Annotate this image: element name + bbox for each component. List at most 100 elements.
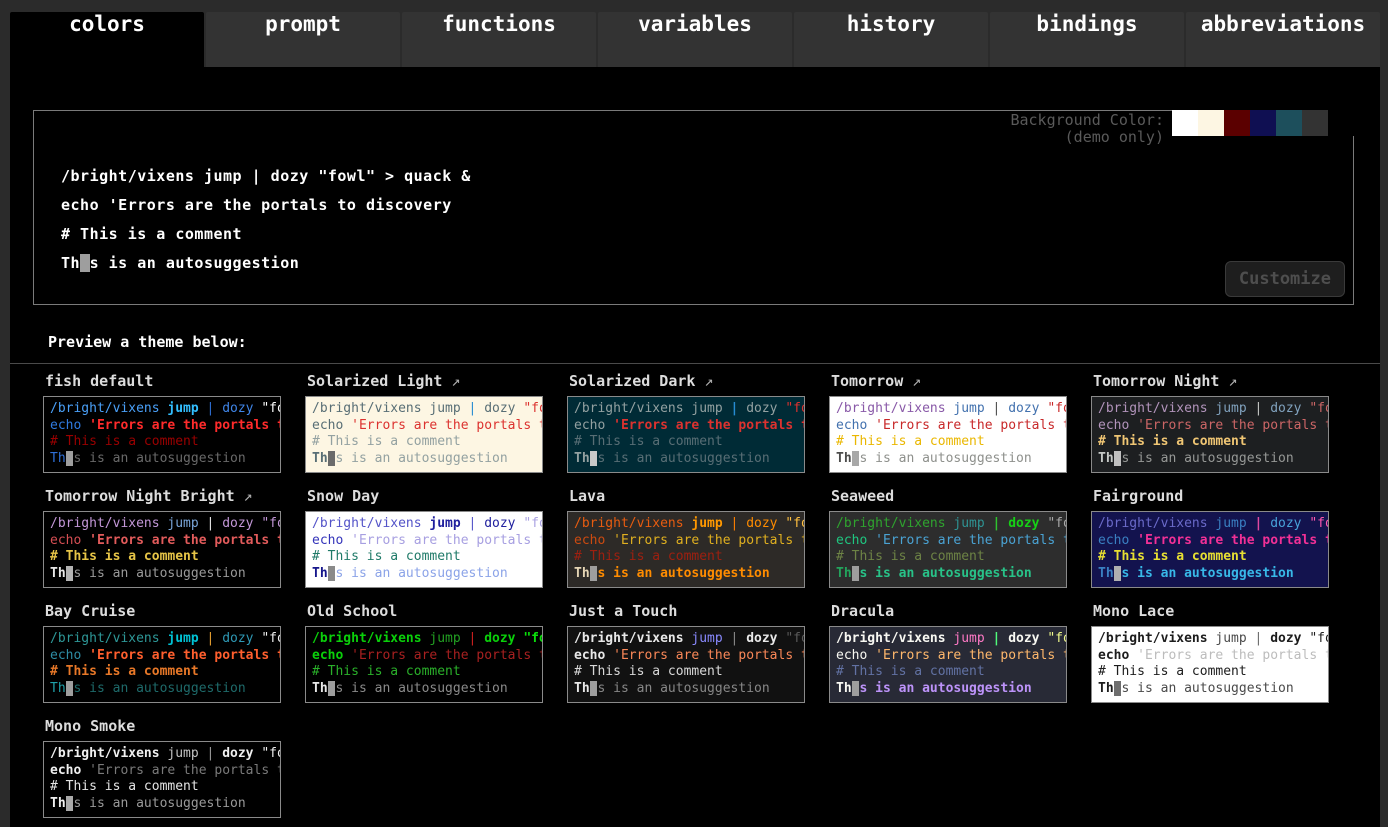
token-string: 'Errors are the portals to discovery <box>89 418 281 433</box>
theme-card-lava[interactable]: Lava/bright/vixens jump | dozy "fowl" > … <box>567 483 805 588</box>
tab-abbreviations[interactable]: abbreviations <box>1186 12 1380 67</box>
external-link-icon[interactable]: ↗ <box>1219 372 1237 390</box>
external-link-icon[interactable]: ↗ <box>903 372 921 390</box>
theme-preview[interactable]: /bright/vixens jump | dozy "fowl" > quac… <box>829 511 1067 588</box>
theme-card-mono-lace[interactable]: Mono Lace/bright/vixens jump | dozy "fow… <box>1091 598 1329 703</box>
token-echo: echo <box>50 533 81 548</box>
theme-card-just-a-touch[interactable]: Just a Touch/bright/vixens jump | dozy "… <box>567 598 805 703</box>
theme-preview-line: echo 'Errors are the portals to discover… <box>50 648 280 665</box>
theme-name[interactable]: Tomorrow Night ↗ <box>1093 372 1329 390</box>
theme-card-mono-smoke[interactable]: Mono Smoke/bright/vixens jump | dozy "fo… <box>43 713 281 818</box>
tab-variables[interactable]: variables <box>598 12 792 67</box>
token-quote: "fowl" <box>523 401 543 416</box>
token-plain <box>81 418 89 433</box>
token-typed: Th <box>1098 566 1114 581</box>
external-link-icon[interactable]: ↗ <box>235 487 253 505</box>
theme-card-snow-day[interactable]: Snow Day/bright/vixens jump | dozy "fowl… <box>305 483 543 588</box>
theme-preview[interactable]: /bright/vixens jump | dozy "fowl" > quac… <box>829 396 1067 473</box>
theme-card-old-school[interactable]: Old School/bright/vixens jump | dozy "fo… <box>305 598 543 703</box>
color-preview-panel: Background Color: (demo only) /bright/vi… <box>33 110 1354 305</box>
theme-name[interactable]: Tomorrow ↗ <box>831 372 1067 390</box>
theme-preview[interactable]: /bright/vixens jump | dozy "fowl" > quac… <box>829 626 1067 703</box>
theme-preview[interactable]: /bright/vixens jump | dozy "fowl" > quac… <box>43 626 281 703</box>
token-string: 'Errors are the portals to discovery <box>613 648 805 663</box>
theme-card-tomorrow-night-bright[interactable]: Tomorrow Night Bright ↗ /bright/vixens ju… <box>43 483 281 588</box>
theme-preview[interactable]: /bright/vixens jump | dozy "fowl" > quac… <box>567 511 805 588</box>
token-param: jump <box>953 516 984 531</box>
token-plain <box>985 631 993 646</box>
token-comment: # This is a comment <box>574 434 723 449</box>
theme-preview-line: echo 'Errors are the portals to discover… <box>574 418 804 435</box>
bg-swatch-navy[interactable] <box>1250 110 1276 136</box>
bg-swatch-black[interactable] <box>1328 110 1354 136</box>
token-plain <box>1129 533 1137 548</box>
theme-card-solarized-dark[interactable]: Solarized Dark ↗ /bright/vixens jump | do… <box>567 368 805 473</box>
theme-name: Fairground <box>1093 487 1329 505</box>
token-echo: echo <box>1098 418 1129 433</box>
external-link-icon[interactable]: ↗ <box>695 372 713 390</box>
theme-preview-line: # This is a comment <box>312 664 542 681</box>
token-comment: # This is a comment <box>50 434 199 449</box>
bg-swatch-dark-gray[interactable] <box>1302 110 1328 136</box>
token-comment: # This is a comment <box>312 549 461 564</box>
theme-card-fish-default[interactable]: fish default/bright/vixens jump | dozy "… <box>43 368 281 473</box>
theme-preview[interactable]: /bright/vixens jump | dozy "fowl" > quac… <box>567 396 805 473</box>
theme-preview-line: echo 'Errors are the portals to discover… <box>574 648 804 665</box>
theme-name: Seaweed <box>831 487 1067 505</box>
theme-card-fairground[interactable]: Fairground/bright/vixens jump | dozy "fo… <box>1091 483 1329 588</box>
tab-history[interactable]: history <box>794 12 988 67</box>
theme-preview[interactable]: /bright/vixens jump | dozy "fowl" > quac… <box>567 626 805 703</box>
theme-preview[interactable]: /bright/vixens jump | dozy "fowl" > quac… <box>43 511 281 588</box>
token-suggestion: s is an autosuggestion <box>859 451 1031 466</box>
token-plain <box>199 746 207 761</box>
bg-swatch-white[interactable] <box>1172 110 1198 136</box>
theme-card-tomorrow-night[interactable]: Tomorrow Night ↗ /bright/vixens jump | do… <box>1091 368 1329 473</box>
tab-prompt[interactable]: prompt <box>206 12 400 67</box>
bg-swatch-teal[interactable] <box>1276 110 1302 136</box>
theme-name[interactable]: Tomorrow Night Bright ↗ <box>45 487 281 505</box>
theme-name[interactable]: Solarized Dark ↗ <box>569 372 805 390</box>
tab-colors[interactable]: colors <box>10 12 204 67</box>
bg-swatch-cream[interactable] <box>1198 110 1224 136</box>
token-string: 'Errors are the portals to discovery <box>89 648 281 663</box>
theme-name[interactable]: Solarized Light ↗ <box>307 372 543 390</box>
token-comment: # This is a comment <box>836 664 985 679</box>
background-color-label-line1: Background Color: <box>1010 112 1164 129</box>
theme-preview[interactable]: /bright/vixens jump | dozy "fowl" > quac… <box>1091 396 1329 473</box>
theme-preview[interactable]: /bright/vixens jump | dozy "fowl" > quac… <box>43 396 281 473</box>
theme-preview-line: echo 'Errors are the portals to discover… <box>1098 418 1328 435</box>
external-link-icon[interactable]: ↗ <box>442 372 460 390</box>
theme-preview-line: /bright/vixens jump | dozy "fowl" > quac… <box>574 401 804 418</box>
theme-preview[interactable]: /bright/vixens jump | dozy "fowl" > quac… <box>43 741 281 818</box>
token-quote: "fowl" <box>523 516 543 531</box>
token-param: jump <box>1215 516 1246 531</box>
theme-card-tomorrow[interactable]: Tomorrow ↗ /bright/vixens jump | dozy "fo… <box>829 368 1067 473</box>
token-suggestion: s is an autosuggestion <box>1121 681 1293 696</box>
token-path: /bright/vixens <box>836 401 946 416</box>
tab-bindings[interactable]: bindings <box>990 12 1184 67</box>
token-comment: # This is a comment <box>50 779 199 794</box>
theme-preview-line: # This is a comment <box>312 434 542 451</box>
theme-card-solarized-light[interactable]: Solarized Light ↗ /bright/vixens jump | d… <box>305 368 543 473</box>
theme-card-dracula[interactable]: Dracula/bright/vixens jump | dozy "fowl"… <box>829 598 1067 703</box>
sample-line-autosuggestion: This is an autosuggestion <box>61 249 1353 278</box>
theme-preview-line: # This is a comment <box>1098 434 1328 451</box>
theme-preview[interactable]: /bright/vixens jump | dozy "fowl" > quac… <box>1091 626 1329 703</box>
theme-preview-line: # This is a comment <box>574 434 804 451</box>
theme-preview-line: # This is a comment <box>50 779 280 796</box>
token-typed: Th <box>836 566 852 581</box>
theme-card-seaweed[interactable]: Seaweed/bright/vixens jump | dozy "fowl"… <box>829 483 1067 588</box>
theme-preview[interactable]: /bright/vixens jump | dozy "fowl" > quac… <box>305 396 543 473</box>
theme-preview-line: This is an autosuggestion <box>574 681 804 698</box>
token-cmd2: dozy <box>1270 401 1301 416</box>
token-plain <box>723 516 731 531</box>
customize-button[interactable]: Customize <box>1225 261 1345 297</box>
token-path: /bright/vixens <box>312 401 422 416</box>
theme-preview[interactable]: /bright/vixens jump | dozy "fowl" > quac… <box>305 626 543 703</box>
theme-card-bay-cruise[interactable]: Bay Cruise/bright/vixens jump | dozy "fo… <box>43 598 281 703</box>
bg-swatch-dark-red[interactable] <box>1224 110 1250 136</box>
theme-preview[interactable]: /bright/vixens jump | dozy "fowl" > quac… <box>305 511 543 588</box>
theme-preview[interactable]: /bright/vixens jump | dozy "fowl" > quac… <box>1091 511 1329 588</box>
token-cmd2: dozy <box>484 516 515 531</box>
tab-functions[interactable]: functions <box>402 12 596 67</box>
